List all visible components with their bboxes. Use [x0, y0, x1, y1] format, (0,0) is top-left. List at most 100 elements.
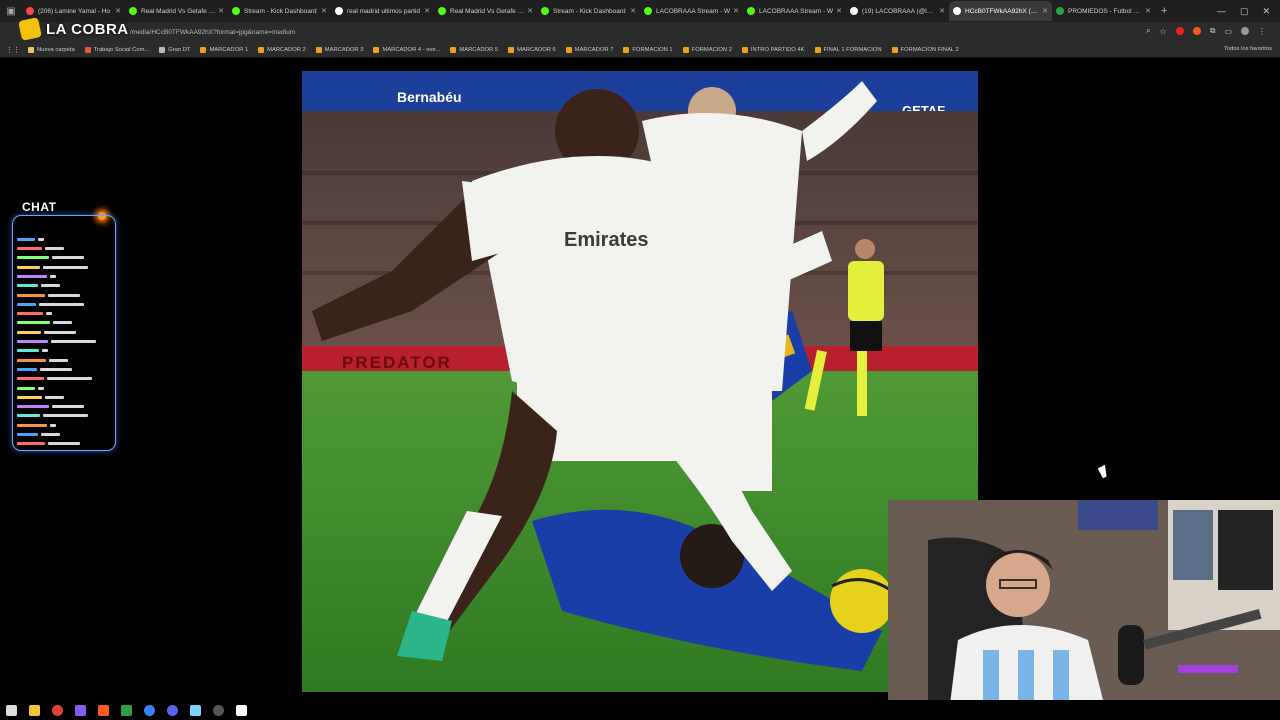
bookmark-star-icon[interactable]: ☆ [1160, 27, 1167, 36]
tab-6[interactable]: LACOBRAAA Stream - W ✕ [640, 1, 743, 21]
bookmark-label: MARCADOR 4 - ove... [382, 46, 441, 53]
chat-text-mark [41, 284, 60, 288]
new-tab-button[interactable]: + [1161, 5, 1167, 17]
close-icon[interactable]: ✕ [1262, 6, 1270, 17]
chat-message [17, 320, 111, 327]
bookmark-item[interactable]: MARCADOR 3 [315, 46, 363, 53]
tab-close-icon[interactable]: ✕ [321, 7, 327, 15]
chat-message [17, 255, 111, 262]
chat-text-mark [45, 247, 64, 251]
obs-icon[interactable] [213, 704, 224, 716]
bookmark-item[interactable]: Nueva carpeta [28, 46, 75, 53]
chat-message [17, 366, 111, 373]
chat-text-mark [47, 377, 92, 381]
twitch-icon[interactable] [75, 704, 86, 716]
browser-icon[interactable] [144, 704, 155, 716]
file-explorer-icon[interactable] [29, 704, 40, 716]
tab-strip: ▣ (206) Lamine Yamal - Ho ✕ Real Madrid Vs… [0, 0, 1280, 22]
bookmark-item[interactable]: MARCADOR 1 [200, 46, 249, 53]
sidebar-icon[interactable]: ▭ [1224, 27, 1232, 36]
tab-close-icon[interactable]: ✕ [733, 7, 739, 15]
tab-4[interactable]: Real Madrid Vs Getafe CF ✕ [434, 1, 537, 21]
chat-text-mark [46, 312, 52, 316]
app-white-icon[interactable] [236, 704, 247, 716]
address-bar[interactable]: /media/HCcB0TFWkAA92hX?format=jpg&name=m… [130, 25, 1130, 39]
tab-close-icon[interactable]: ✕ [939, 7, 945, 15]
bookmark-item[interactable]: MARCADOR 7 [565, 46, 613, 53]
bookmark-label: FORMACION 1 [632, 46, 673, 53]
zoom-icon[interactable]: ⌕ [1146, 26, 1150, 36]
chat-message [17, 282, 111, 289]
tab-1[interactable]: Real Madrid Vs Getafe CF ✕ [125, 1, 228, 21]
tab-7[interactable]: LACOBRAAA Stream - W ✕ [743, 1, 846, 21]
stream-logo: LA COBRA [18, 17, 129, 41]
bookmark-icon [373, 46, 380, 53]
bookmark-item[interactable]: MARCADOR 4 - ove... [373, 46, 441, 53]
extensions-icon[interactable]: ⧉ [1210, 26, 1216, 36]
bookmark-item[interactable]: FORMACION 1 [623, 46, 673, 53]
tab-close-icon[interactable]: ✕ [630, 7, 636, 15]
football-photo[interactable]: Bernabéu GETAF PREDATOR Emirates [302, 71, 978, 692]
chat-username-mark [17, 405, 49, 409]
tab-close-icon[interactable]: ✕ [115, 7, 121, 15]
tab-close-icon[interactable]: ✕ [424, 7, 430, 15]
tab-close-icon[interactable]: ✕ [527, 7, 533, 15]
obs-green-icon[interactable] [121, 704, 132, 716]
mouse-cursor [1097, 464, 1111, 479]
bookmark-item[interactable]: Trabajo Social Com... [84, 46, 149, 53]
maximize-icon[interactable]: ▢ [1240, 6, 1249, 17]
tab-10[interactable]: PROMIEDOS - Futbol Arg ✕ [1052, 1, 1155, 21]
tab-5[interactable]: Stream - Kick Dashboard ✕ [537, 1, 640, 21]
tab-close-icon[interactable]: ✕ [1145, 7, 1151, 15]
app-icon[interactable] [98, 704, 109, 716]
bookmark-item[interactable]: Gran DT [159, 46, 190, 53]
bookmark-item[interactable]: FORMACION 2 [682, 46, 732, 53]
tab-close-icon[interactable]: ✕ [836, 7, 842, 15]
poster-dark [1218, 510, 1273, 590]
chat-message [17, 310, 111, 317]
tab-favicon-icon [850, 7, 858, 15]
extension-orange-icon[interactable] [1192, 27, 1201, 35]
bookmark-label: FINAL 1 FORMACION [823, 46, 882, 53]
bookmark-item[interactable]: FINAL 1 FORMACION [814, 46, 882, 53]
bookmark-item[interactable]: MARCADOR 5 [450, 46, 498, 53]
tab-2[interactable]: Stream - Kick Dashboard ✕ [228, 1, 331, 21]
tab-8[interactable]: (19) LACOBRAAA (@lauta ✕ [846, 1, 949, 21]
profile-avatar[interactable] [1241, 27, 1249, 35]
chat-message [17, 403, 111, 410]
tab-9[interactable]: HCcB0TFWkAA92hX (1080 ✕ [949, 1, 1052, 21]
tab-close-icon[interactable]: ✕ [1042, 7, 1048, 15]
bookmark-icon [450, 46, 457, 53]
chat-username-mark [17, 423, 47, 427]
shirt-sponsor-text: Emirates [564, 229, 649, 251]
start-icon[interactable] [6, 704, 17, 716]
chat-text-mark [48, 442, 80, 446]
tab-title: Real Madrid Vs Getafe CF [450, 7, 525, 15]
bookmarks-bar: ⋮⋮ Nueva carpeta Trabajo Social Com... Gra… [0, 42, 1280, 58]
all-bookmarks-folder[interactable]: Todos los favoritos [1224, 46, 1272, 52]
apps-icon[interactable]: ⋮⋮ [6, 46, 20, 54]
bookmark-item[interactable]: FORMACION FINAL 2 [891, 46, 959, 53]
chat-text-mark [44, 330, 76, 334]
tab-title: (19) LACOBRAAA (@lauta [862, 7, 937, 15]
extension-red-icon[interactable] [1175, 27, 1184, 35]
tab-close-icon[interactable]: ✕ [218, 7, 224, 15]
minimize-icon[interactable]: — [1217, 6, 1226, 16]
bookmark-item[interactable]: MARCADOR 2 [258, 46, 306, 53]
tab-favicon-icon [747, 7, 755, 15]
chrome-icon[interactable] [52, 704, 63, 716]
menu-icon[interactable]: ⋮ [1258, 27, 1266, 36]
chat-message [17, 357, 111, 364]
cobra-logo-icon [18, 17, 42, 41]
chat-message [17, 236, 111, 243]
tab-3[interactable]: real madrid ultimos partid ✕ [331, 1, 434, 21]
bookmark-icon [565, 46, 572, 53]
bookmark-label: MARCADOR 1 [209, 46, 249, 53]
chat-message [17, 431, 111, 438]
discord-icon[interactable] [167, 704, 178, 716]
tab-search-icon[interactable]: ▣ [0, 0, 22, 22]
chat-username-mark [17, 386, 35, 390]
app-light-icon[interactable] [190, 704, 201, 716]
bookmark-item[interactable]: INTRO PARTIDO 4K [741, 46, 805, 53]
bookmark-item[interactable]: MARCADOR 6 [508, 46, 556, 53]
